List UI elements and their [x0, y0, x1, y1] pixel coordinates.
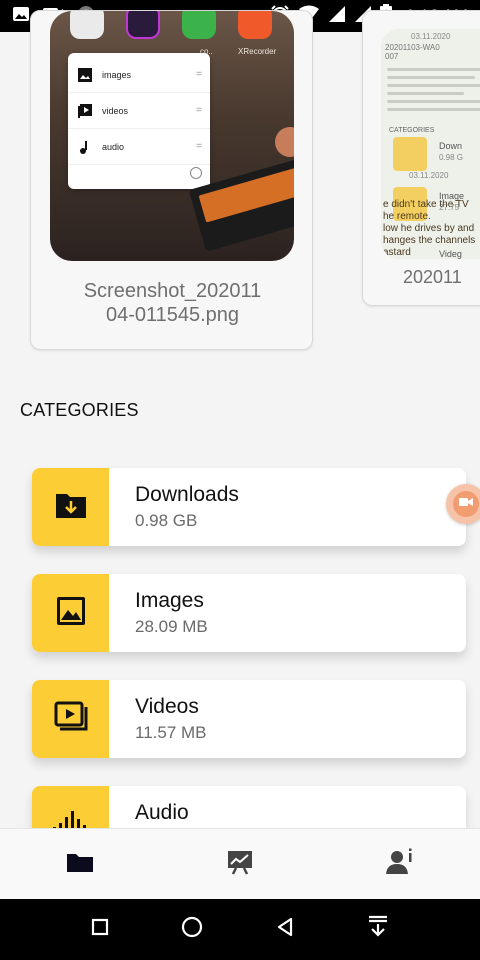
- category-card-images[interactable]: Images 28.09 MB: [32, 574, 466, 652]
- category-name: Downloads: [135, 483, 239, 506]
- category-size: 0.98 GB: [135, 511, 198, 530]
- file-name: Screenshot_202011 04-011545.png: [83, 280, 262, 326]
- signal-icon: [328, 5, 346, 28]
- download-folder-icon: [54, 490, 88, 525]
- folder-preview: [393, 137, 427, 171]
- info-icon: [190, 167, 202, 179]
- image-icon: [56, 596, 86, 631]
- download-arrow-icon: [367, 915, 389, 944]
- app-icon: [182, 11, 216, 39]
- video-library-icon: [54, 701, 88, 738]
- recent-file-card[interactable]: 03.11.2020 20201103-WA0 007 CATEGORIES D…: [362, 10, 480, 306]
- folder-icon: [66, 851, 94, 878]
- category-name: Videos: [135, 695, 199, 718]
- nav-analytics-tab[interactable]: [160, 829, 320, 899]
- circle-home-icon: [181, 916, 203, 943]
- notification-drawer-button[interactable]: [367, 915, 389, 944]
- image-icon: [12, 5, 30, 28]
- category-name: Audio: [135, 801, 189, 824]
- recent-file-card[interactable]: XRecorder co.. images = videos = audio =…: [30, 10, 313, 350]
- category-size: 11.57 MB: [135, 723, 207, 742]
- video-library-icon: [76, 102, 94, 120]
- thumbnail-menu-item: audio =: [68, 129, 210, 165]
- app-icon: [238, 11, 272, 39]
- thumbnail-menu-item: images =: [68, 57, 210, 93]
- file-thumbnail: XRecorder co.. images = videos = audio =: [50, 11, 294, 261]
- thumbnail-menu-item: videos =: [68, 93, 210, 129]
- category-name: Images: [135, 589, 204, 612]
- system-navigation-bar: [0, 899, 480, 960]
- music-note-icon: [76, 138, 94, 156]
- video-camera-icon: [458, 495, 474, 513]
- bottom-navigation: [0, 828, 480, 899]
- analytics-icon: [226, 848, 254, 881]
- category-size: 28.09 MB: [135, 617, 208, 636]
- file-thumbnail: 03.11.2020 20201103-WA0 007 CATEGORIES D…: [381, 29, 480, 259]
- back-button[interactable]: [275, 917, 295, 942]
- category-card-downloads[interactable]: Downloads 0.98 GB: [32, 468, 466, 546]
- home-button[interactable]: [181, 916, 203, 943]
- record-bubble-icon: [275, 127, 294, 157]
- app-icon: [70, 11, 104, 39]
- nav-files-tab[interactable]: [0, 829, 160, 899]
- user-info-icon: [385, 847, 415, 882]
- section-title: CATEGORIES: [20, 400, 139, 420]
- category-card-videos[interactable]: Videos 11.57 MB: [32, 680, 466, 758]
- app-icon: [126, 11, 160, 39]
- file-name: 202011: [403, 267, 462, 287]
- thumbnail-menu: images = videos = audio =: [68, 53, 210, 189]
- floating-recorder-button[interactable]: [446, 484, 480, 524]
- recents-button[interactable]: [91, 918, 109, 941]
- square-icon: [91, 918, 109, 941]
- image-icon: [76, 66, 94, 84]
- app-label: XRecorder: [238, 47, 277, 56]
- back-triangle-icon: [275, 917, 295, 942]
- nav-profile-tab[interactable]: [320, 829, 480, 899]
